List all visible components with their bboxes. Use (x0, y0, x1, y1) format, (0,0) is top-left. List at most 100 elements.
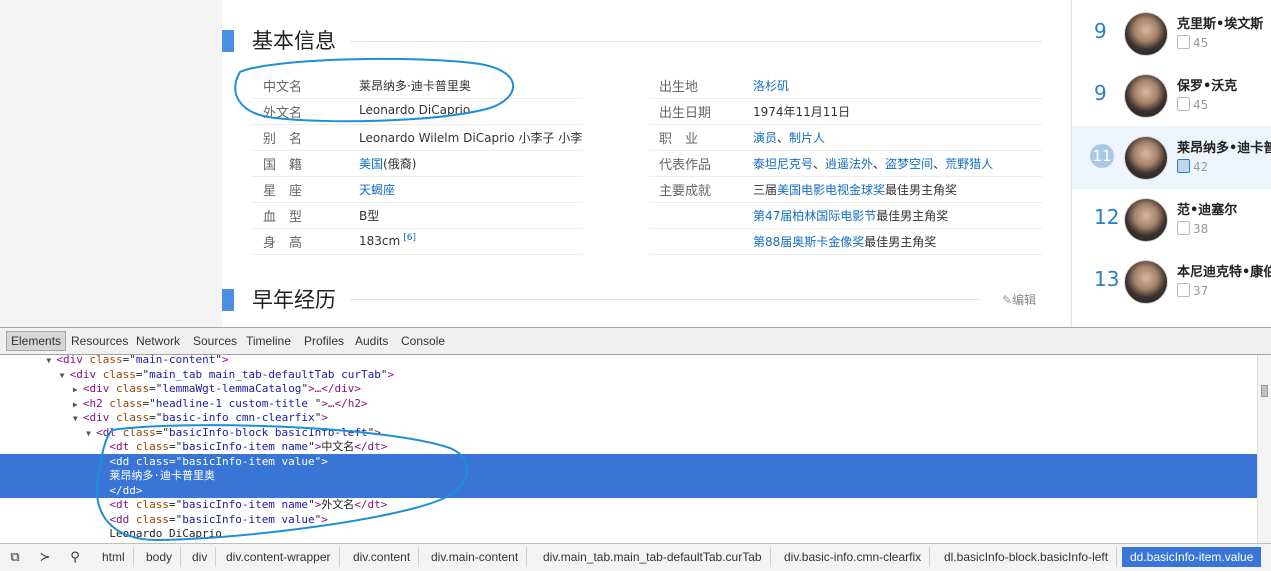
info-value-link[interactable]: 演员 (753, 131, 777, 145)
tab-profiles[interactable]: Profiles (300, 331, 348, 351)
dom-attr-value: basicInfo-block basicInfo-left (168, 425, 368, 439)
info-value-text: 三届 (753, 183, 778, 197)
breadcrumb-item[interactable]: div.basic-info.cmn-clearfix (776, 547, 931, 567)
star-name[interactable]: 莱昂纳多•迪卡普 (1177, 137, 1271, 156)
tab-console[interactable]: Console (397, 331, 449, 351)
info-label: 血 型 (263, 210, 303, 225)
breadcrumb-item[interactable]: dd.basicInfo-item.value (1122, 547, 1262, 567)
info-value-link[interactable]: 泰坦尼克号 (753, 157, 813, 171)
tab-elements[interactable]: Elements (6, 331, 67, 351)
dom-tag: <div (82, 411, 110, 424)
avatar[interactable] (1124, 12, 1168, 56)
breadcrumb-item[interactable]: dl.basicInfo-block.basicInfo-left (936, 547, 1118, 567)
info-value-link[interactable]: 天蝎座 (359, 183, 395, 197)
like-icon[interactable] (1177, 221, 1190, 235)
dom-attr-name: class (135, 454, 169, 468)
dom-node-line[interactable]: 莱昂纳多·迪卡普里奥 (0, 468, 1257, 483)
breadcrumb-item[interactable]: div.main-content (423, 547, 528, 567)
star-name[interactable]: 本尼迪克特•康伯 (1177, 261, 1271, 280)
info-value-link[interactable]: 第88届奥斯卡金像奖 (753, 235, 864, 249)
like-icon[interactable] (1177, 97, 1190, 111)
dom-node-line[interactable]: <dd class="basicInfo-item value"> (0, 453, 1257, 469)
info-value-link[interactable]: 逍遥法外 (825, 157, 873, 171)
like-count: 37 (1177, 283, 1208, 298)
ranking-item[interactable]: 13 本尼迪克特•康伯 37 (1072, 250, 1271, 313)
like-icon[interactable] (1177, 159, 1190, 173)
avatar[interactable] (1124, 136, 1168, 180)
info-value-text: Leonardo DiCaprio (359, 103, 471, 117)
dom-node-line[interactable]: ▼ <dl class="basicInfo-block basicInfo-le… (0, 425, 1257, 440)
avatar[interactable] (1124, 260, 1168, 304)
info-value: 三届美国电影电视金球奖最佳男主角奖 (753, 181, 957, 198)
star-name[interactable]: 保罗•沃克 (1177, 75, 1237, 94)
like-count: 45 (1177, 35, 1208, 50)
tab-audits[interactable]: Audits (351, 331, 392, 351)
ranking-item[interactable]: 12 范•迪塞尔 38 (1072, 188, 1271, 251)
rank-number: 11 (1090, 144, 1114, 168)
web-page-viewport: 基本信息 早年经历 ✎编辑 中文名 莱昂纳多·迪卡普里奥 外文名 Leonardo D… (0, 0, 1271, 327)
row-divider (649, 150, 1042, 151)
console-drawer-icon[interactable]: ≻ (36, 549, 54, 567)
breadcrumb-item[interactable]: html (94, 547, 134, 567)
info-value-link[interactable]: 美国电影电视金球奖 (777, 183, 885, 197)
ranking-item[interactable]: 9 保罗•沃克 45 (1072, 64, 1271, 127)
dom-tree-scrollbar[interactable] (1257, 355, 1271, 543)
tab-network[interactable]: Network (132, 331, 184, 351)
dom-node-line[interactable]: ▶ <div class="lemmaWgt-lemmaCatalog">…</d… (0, 381, 1257, 396)
dom-node-line[interactable]: <dd class="basicInfo-item value"> (0, 512, 1257, 527)
like-icon[interactable] (1177, 35, 1190, 49)
avatar[interactable] (1124, 74, 1168, 118)
info-value-text: 、 (873, 157, 886, 171)
dom-tag: <div (69, 367, 97, 381)
breadcrumb-item[interactable]: div.content (345, 547, 420, 567)
breadcrumb-item[interactable]: body (138, 547, 182, 567)
info-value-link[interactable]: 制片人 (789, 131, 825, 145)
dom-node-line[interactable]: Leonardo DiCaprio (0, 526, 1257, 541)
dom-tag: <dd (109, 454, 130, 468)
info-value: 泰坦尼克号、逍遥法外、盗梦空间、荒野猎人 (753, 155, 993, 172)
dom-node-line[interactable]: ▼ <div class="main-content"> (0, 355, 1257, 367)
dock-icon[interactable]: ⧉ (6, 549, 24, 567)
reference-link[interactable]: [6] (403, 233, 416, 243)
dom-node-line[interactable]: <dt class="basicInfo-item name">外文名</dt> (0, 497, 1257, 512)
like-icon[interactable] (1177, 283, 1190, 297)
dom-attr-name: class (122, 425, 156, 439)
info-value-link[interactable]: 盗梦空间 (885, 157, 933, 171)
dom-node-line[interactable]: ▼ <div class="main_tab main_tab-defaultTa… (0, 367, 1257, 382)
like-count: 42 (1177, 159, 1208, 174)
tab-sources[interactable]: Sources (189, 331, 241, 351)
dom-attr-name: class (135, 440, 169, 453)
star-name[interactable]: 克里斯•埃文斯 (1177, 13, 1263, 32)
info-value-link[interactable]: 洛杉矶 (753, 79, 789, 93)
dom-node-line[interactable]: ▶ <h2 class="headline-1 custom-title ">…<… (0, 396, 1257, 411)
rank-number: 13 (1094, 267, 1120, 291)
info-value-link[interactable]: 第47届柏林国际电影节 (753, 209, 876, 223)
elements-dom-tree[interactable]: ▼ <div class="main-content"> ▼ <div class=… (0, 355, 1257, 543)
dom-node-line[interactable]: <dt class="basicInfo-item name">中文名</dt> (0, 439, 1257, 454)
breadcrumb-item[interactable]: div.main_tab.main_tab-defaultTab.curTab (535, 547, 771, 567)
star-name[interactable]: 范•迪塞尔 (1177, 199, 1237, 218)
info-value-text: 、 (933, 157, 946, 171)
info-value-text: 最佳男主角奖 (885, 183, 958, 197)
avatar[interactable] (1124, 198, 1168, 242)
like-count-value: 45 (1193, 98, 1209, 112)
info-value-link[interactable]: 美国 (359, 157, 383, 171)
breadcrumb-item[interactable]: div.content-wrapper (218, 547, 340, 567)
breadcrumb-item[interactable]: div (184, 547, 217, 567)
info-value: 莱昂纳多·迪卡普里奥 (359, 77, 471, 94)
tab-resources[interactable]: Resources (67, 331, 132, 351)
info-value-text: 1974年11月11日 (753, 105, 851, 119)
search-icon[interactable]: ⚲ (66, 549, 84, 567)
devtools-statusbar: ⧉ ≻ ⚲ html body div div.content-wrapper div.… (0, 543, 1271, 571)
edit-button[interactable]: ✎编辑 (1002, 291, 1036, 308)
ranking-item[interactable]: 11 莱昂纳多•迪卡普 42 (1072, 126, 1271, 189)
info-value-link[interactable]: 荒野猎人 (945, 157, 993, 171)
scrollbar-thumb[interactable] (1261, 385, 1268, 397)
dom-node-line[interactable]: ▼ <div class="basic-info cmn-clearfix"> (0, 410, 1257, 425)
ranking-item[interactable]: 9 克里斯•埃文斯 45 (1072, 2, 1271, 65)
devtools-tabbar: Elements Resources Network Sources Timeline P… (0, 327, 1271, 355)
dom-tag: <div (56, 355, 83, 366)
dom-tag: > (221, 355, 229, 366)
dom-node-line[interactable]: </dd> (0, 482, 1257, 498)
tab-timeline[interactable]: Timeline (242, 331, 295, 351)
